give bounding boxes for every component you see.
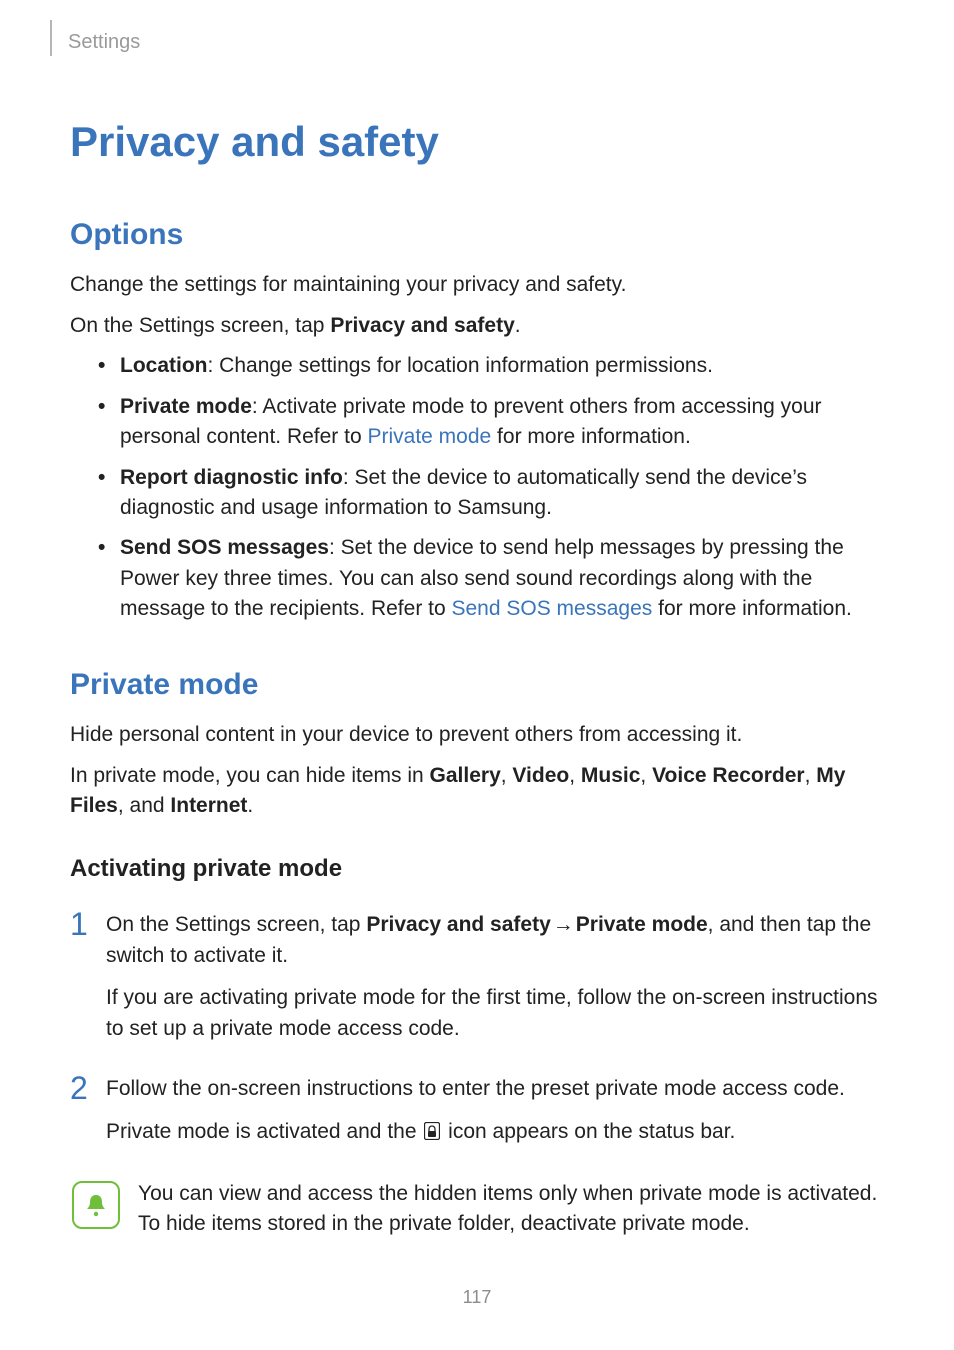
header-rule	[50, 20, 52, 56]
step-1-body: On the Settings screen, tap Privacy and …	[106, 910, 884, 1056]
step-1-number: 1	[70, 908, 106, 940]
pm-i2-b1: Gallery	[430, 764, 501, 787]
pm-i2-b4: Voice Recorder	[652, 764, 805, 787]
note-row: You can view and access the hidden items…	[70, 1179, 884, 1240]
options-intro-2-bold: Privacy and safety	[330, 314, 514, 337]
page-number: 117	[0, 1284, 954, 1310]
options-bullet-list: Location: Change settings for location i…	[70, 351, 884, 625]
note-bell-icon	[72, 1181, 120, 1229]
private-mode-intro2: In private mode, you can hide items in G…	[70, 761, 884, 822]
bullet-report-label: Report diagnostic info	[120, 466, 343, 489]
bullet-sos-t2: for more information.	[652, 597, 852, 620]
subsection-activating-heading: Activating private mode	[70, 852, 884, 887]
bullet-location: Location: Change settings for location i…	[98, 351, 884, 381]
s1l1-b1: Privacy and safety	[366, 913, 550, 936]
bullet-report-diagnostic: Report diagnostic info: Set the device t…	[98, 463, 884, 524]
step-1-line1: On the Settings screen, tap Privacy and …	[106, 910, 884, 971]
section-options-heading: Options	[70, 213, 884, 257]
s1l1-p1: On the Settings screen, tap	[106, 913, 366, 936]
bullet-sos-label: Send SOS messages	[120, 536, 329, 559]
numbered-steps: 1 On the Settings screen, tap Privacy an…	[70, 910, 884, 1161]
pm-i2-c5: , and	[118, 794, 171, 817]
step-2-number: 2	[70, 1072, 106, 1104]
arrow-icon: →	[551, 910, 576, 940]
pm-i2-c3: ,	[640, 764, 652, 787]
pm-i2-c4: ,	[805, 764, 817, 787]
link-send-sos[interactable]: Send SOS messages	[452, 597, 653, 620]
bullet-private-mode-label: Private mode	[120, 395, 252, 418]
pm-i2-b6: Internet	[170, 794, 247, 817]
options-intro-1: Change the settings for maintaining your…	[70, 270, 884, 300]
pm-i2-b3: Music	[581, 764, 641, 787]
s1l1-b2: Private mode	[576, 913, 708, 936]
bullet-location-text: : Change settings for location informati…	[208, 354, 713, 377]
step-2: 2 Follow the on-screen instructions to e…	[70, 1074, 884, 1161]
step-2-line2: Private mode is activated and the icon a…	[106, 1117, 884, 1149]
pm-i2-c6: .	[247, 794, 253, 817]
step-1: 1 On the Settings screen, tap Privacy an…	[70, 910, 884, 1056]
bullet-private-mode: Private mode: Activate private mode to p…	[98, 392, 884, 453]
step-1-line2: If you are activating private mode for t…	[106, 983, 884, 1044]
bullet-private-mode-t2: for more information.	[491, 425, 691, 448]
step-2-body: Follow the on-screen instructions to ent…	[106, 1074, 884, 1161]
bullet-sos: Send SOS messages: Set the device to sen…	[98, 533, 884, 624]
note-text: You can view and access the hidden items…	[138, 1179, 884, 1240]
private-mode-status-icon	[424, 1119, 440, 1149]
breadcrumb: Settings	[68, 28, 140, 57]
options-intro-2: On the Settings screen, tap Privacy and …	[70, 311, 884, 341]
pm-i2-b2: Video	[512, 764, 569, 787]
page-title: Privacy and safety	[70, 112, 884, 173]
s2l2-p2: icon appears on the status bar.	[442, 1120, 735, 1143]
bullet-location-label: Location	[120, 354, 208, 377]
s2l2-p1: Private mode is activated and the	[106, 1120, 422, 1143]
link-private-mode[interactable]: Private mode	[367, 425, 491, 448]
private-mode-intro1: Hide personal content in your device to …	[70, 720, 884, 750]
step-2-line1: Follow the on-screen instructions to ent…	[106, 1074, 884, 1104]
section-private-mode-heading: Private mode	[70, 663, 884, 707]
options-intro-2-prefix: On the Settings screen, tap	[70, 314, 330, 337]
pm-i2-c2: ,	[569, 764, 581, 787]
pm-i2-c1: ,	[501, 764, 513, 787]
page-root: Settings Privacy and safety Options Chan…	[0, 0, 954, 1350]
options-intro-2-suffix: .	[515, 314, 521, 337]
pm-i2-p1: In private mode, you can hide items in	[70, 764, 430, 787]
